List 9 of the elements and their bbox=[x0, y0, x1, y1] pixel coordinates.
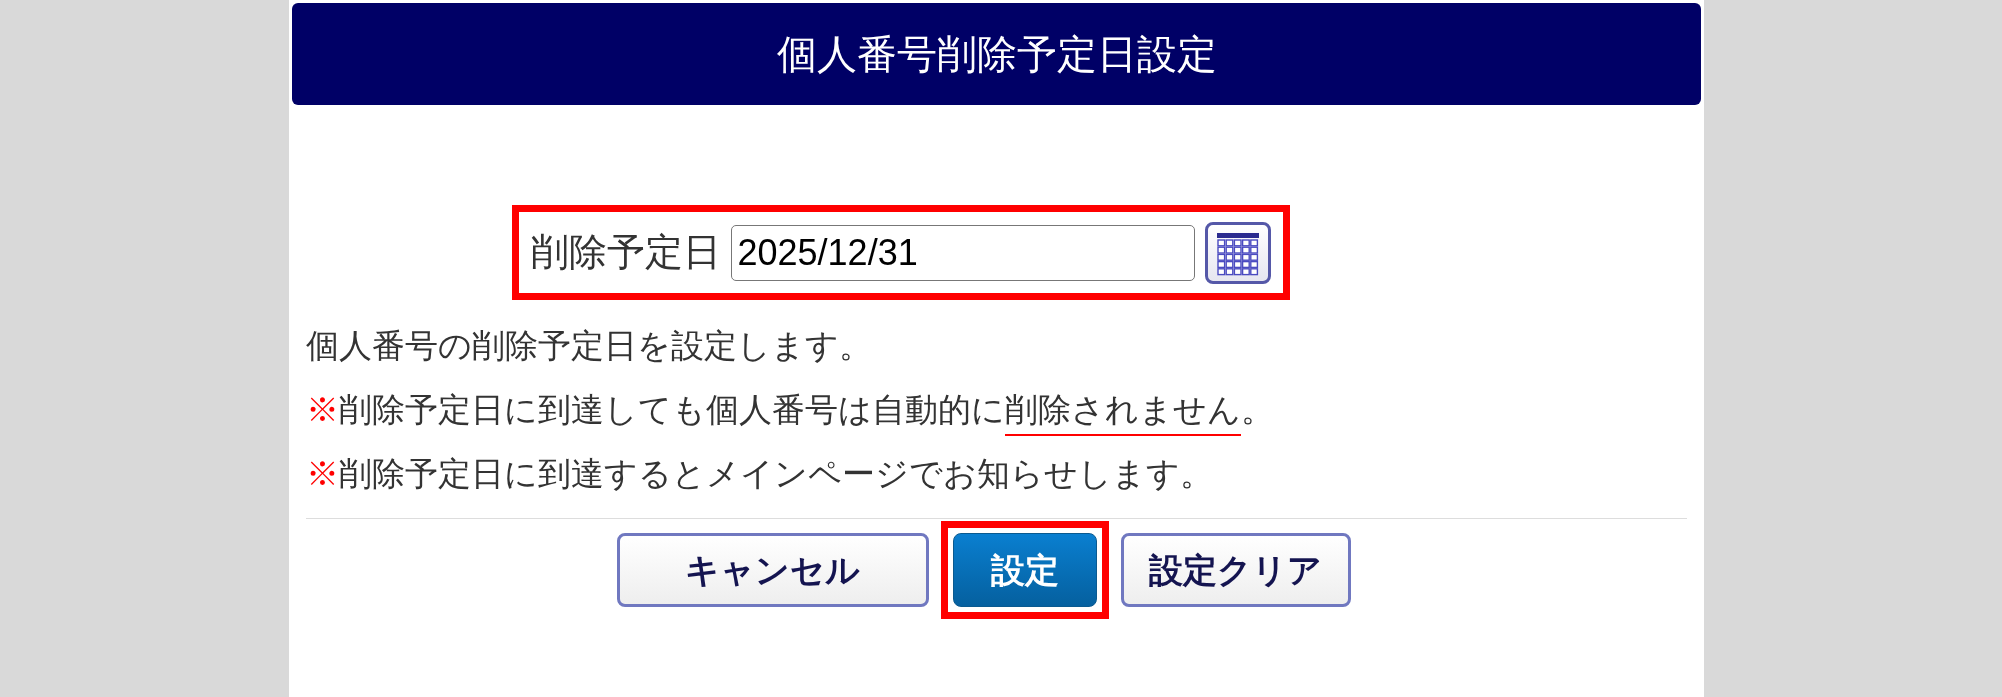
set-button[interactable]: 設定 bbox=[952, 533, 1097, 607]
message-text: ※削除予定日に到達するとメインページでお知らせします。 bbox=[306, 454, 1214, 494]
calendar-button[interactable] bbox=[1204, 221, 1271, 284]
action-button[interactable]: 設定クリア bbox=[1120, 533, 1351, 607]
date-field[interactable]: 2025/12/31 bbox=[730, 224, 1195, 281]
action-button[interactable]: キャンセル bbox=[616, 533, 929, 607]
date-label: 削除予定日 bbox=[530, 230, 721, 275]
message-text: 個人番号の削除予定日を設定します。 bbox=[306, 326, 873, 366]
page-title: 個人番号削除予定日設定 bbox=[776, 31, 1217, 78]
